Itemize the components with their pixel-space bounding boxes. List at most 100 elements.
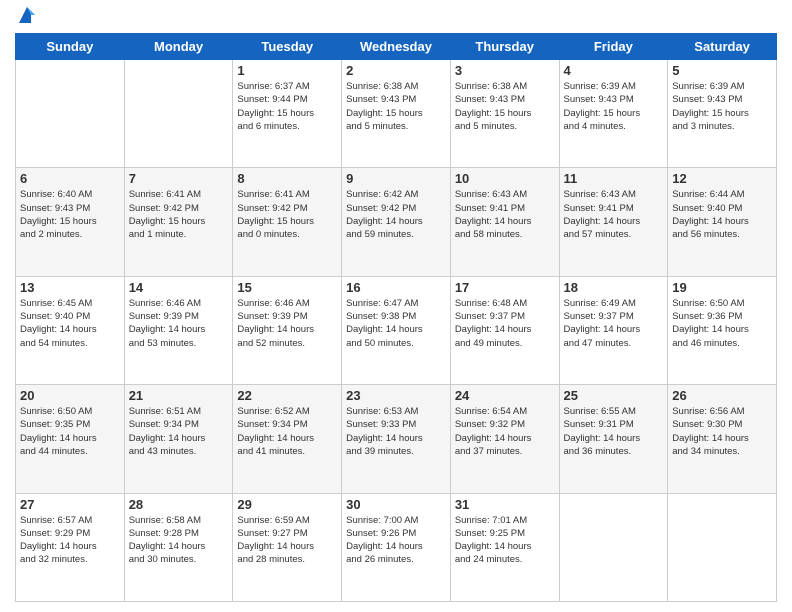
day-number: 11 xyxy=(564,171,664,186)
weekday-header: Tuesday xyxy=(233,34,342,60)
calendar-cell: 13 Sunrise: 6:45 AM Sunset: 9:40 PM Dayli… xyxy=(16,276,125,384)
day-info: Sunrise: 6:43 AM Sunset: 9:41 PM Dayligh… xyxy=(455,188,555,241)
day-number: 14 xyxy=(129,280,229,295)
calendar-week-row: 1 Sunrise: 6:37 AM Sunset: 9:44 PM Daylig… xyxy=(16,60,777,168)
day-info: Sunrise: 6:53 AM Sunset: 9:33 PM Dayligh… xyxy=(346,405,446,458)
day-number: 1 xyxy=(237,63,337,78)
calendar-cell xyxy=(124,60,233,168)
day-number: 4 xyxy=(564,63,664,78)
day-info: Sunrise: 6:38 AM Sunset: 9:43 PM Dayligh… xyxy=(346,80,446,133)
calendar-cell: 15 Sunrise: 6:46 AM Sunset: 9:39 PM Dayli… xyxy=(233,276,342,384)
day-number: 25 xyxy=(564,388,664,403)
day-info: Sunrise: 7:01 AM Sunset: 9:25 PM Dayligh… xyxy=(455,514,555,567)
logo xyxy=(15,10,37,25)
calendar-cell: 4 Sunrise: 6:39 AM Sunset: 9:43 PM Daylig… xyxy=(559,60,668,168)
day-number: 7 xyxy=(129,171,229,186)
calendar-cell: 24 Sunrise: 6:54 AM Sunset: 9:32 PM Dayli… xyxy=(450,385,559,493)
calendar-week-row: 6 Sunrise: 6:40 AM Sunset: 9:43 PM Daylig… xyxy=(16,168,777,276)
day-info: Sunrise: 6:52 AM Sunset: 9:34 PM Dayligh… xyxy=(237,405,337,458)
calendar-cell: 14 Sunrise: 6:46 AM Sunset: 9:39 PM Dayli… xyxy=(124,276,233,384)
day-info: Sunrise: 7:00 AM Sunset: 9:26 PM Dayligh… xyxy=(346,514,446,567)
day-info: Sunrise: 6:38 AM Sunset: 9:43 PM Dayligh… xyxy=(455,80,555,133)
day-number: 5 xyxy=(672,63,772,78)
calendar-cell: 30 Sunrise: 7:00 AM Sunset: 9:26 PM Dayli… xyxy=(342,493,451,601)
header xyxy=(15,10,777,25)
day-info: Sunrise: 6:50 AM Sunset: 9:35 PM Dayligh… xyxy=(20,405,120,458)
weekday-header: Thursday xyxy=(450,34,559,60)
day-info: Sunrise: 6:42 AM Sunset: 9:42 PM Dayligh… xyxy=(346,188,446,241)
day-info: Sunrise: 6:46 AM Sunset: 9:39 PM Dayligh… xyxy=(129,297,229,350)
calendar-cell: 10 Sunrise: 6:43 AM Sunset: 9:41 PM Dayli… xyxy=(450,168,559,276)
calendar-cell: 17 Sunrise: 6:48 AM Sunset: 9:37 PM Dayli… xyxy=(450,276,559,384)
day-info: Sunrise: 6:48 AM Sunset: 9:37 PM Dayligh… xyxy=(455,297,555,350)
calendar-table: SundayMondayTuesdayWednesdayThursdayFrid… xyxy=(15,33,777,602)
day-info: Sunrise: 6:41 AM Sunset: 9:42 PM Dayligh… xyxy=(129,188,229,241)
calendar-week-row: 20 Sunrise: 6:50 AM Sunset: 9:35 PM Dayli… xyxy=(16,385,777,493)
calendar-cell xyxy=(668,493,777,601)
calendar-cell: 7 Sunrise: 6:41 AM Sunset: 9:42 PM Daylig… xyxy=(124,168,233,276)
day-number: 9 xyxy=(346,171,446,186)
day-info: Sunrise: 6:39 AM Sunset: 9:43 PM Dayligh… xyxy=(564,80,664,133)
calendar-cell xyxy=(16,60,125,168)
calendar-cell: 8Sunrise: 6:41 AM Sunset: 9:42 PM Daylig… xyxy=(233,168,342,276)
day-info: Sunrise: 6:45 AM Sunset: 9:40 PM Dayligh… xyxy=(20,297,120,350)
day-info: Sunrise: 6:57 AM Sunset: 9:29 PM Dayligh… xyxy=(20,514,120,567)
day-number: 13 xyxy=(20,280,120,295)
day-number: 8 xyxy=(237,171,337,186)
day-number: 19 xyxy=(672,280,772,295)
weekday-header: Saturday xyxy=(668,34,777,60)
calendar-cell: 12 Sunrise: 6:44 AM Sunset: 9:40 PM Dayli… xyxy=(668,168,777,276)
day-number: 3 xyxy=(455,63,555,78)
day-number: 15 xyxy=(237,280,337,295)
weekday-header: Wednesday xyxy=(342,34,451,60)
day-info: Sunrise: 6:56 AM Sunset: 9:30 PM Dayligh… xyxy=(672,405,772,458)
calendar-cell: 11 Sunrise: 6:43 AM Sunset: 9:41 PM Dayli… xyxy=(559,168,668,276)
logo-icon xyxy=(17,5,37,25)
calendar-cell: 25 Sunrise: 6:55 AM Sunset: 9:31 PM Dayli… xyxy=(559,385,668,493)
calendar-cell: 16 Sunrise: 6:47 AM Sunset: 9:38 PM Dayli… xyxy=(342,276,451,384)
calendar-cell: 1 Sunrise: 6:37 AM Sunset: 9:44 PM Daylig… xyxy=(233,60,342,168)
day-number: 10 xyxy=(455,171,555,186)
day-number: 20 xyxy=(20,388,120,403)
day-info: Sunrise: 6:46 AM Sunset: 9:39 PM Dayligh… xyxy=(237,297,337,350)
day-info: Sunrise: 6:58 AM Sunset: 9:28 PM Dayligh… xyxy=(129,514,229,567)
calendar-cell: 21 Sunrise: 6:51 AM Sunset: 9:34 PM Dayli… xyxy=(124,385,233,493)
calendar-cell: 22 Sunrise: 6:52 AM Sunset: 9:34 PM Dayli… xyxy=(233,385,342,493)
day-number: 17 xyxy=(455,280,555,295)
day-number: 12 xyxy=(672,171,772,186)
day-number: 22 xyxy=(237,388,337,403)
calendar-cell: 9 Sunrise: 6:42 AM Sunset: 9:42 PM Daylig… xyxy=(342,168,451,276)
day-number: 30 xyxy=(346,497,446,512)
calendar-cell: 28Sunrise: 6:58 AM Sunset: 9:28 PM Dayli… xyxy=(124,493,233,601)
weekday-header: Sunday xyxy=(16,34,125,60)
day-info: Sunrise: 6:54 AM Sunset: 9:32 PM Dayligh… xyxy=(455,405,555,458)
day-info: Sunrise: 6:44 AM Sunset: 9:40 PM Dayligh… xyxy=(672,188,772,241)
day-number: 24 xyxy=(455,388,555,403)
day-info: Sunrise: 6:47 AM Sunset: 9:38 PM Dayligh… xyxy=(346,297,446,350)
day-number: 23 xyxy=(346,388,446,403)
day-number: 18 xyxy=(564,280,664,295)
calendar-cell: 29 Sunrise: 6:59 AM Sunset: 9:27 PM Dayli… xyxy=(233,493,342,601)
day-number: 6 xyxy=(20,171,120,186)
day-info: Sunrise: 6:49 AM Sunset: 9:37 PM Dayligh… xyxy=(564,297,664,350)
day-number: 29 xyxy=(237,497,337,512)
day-info: Sunrise: 6:51 AM Sunset: 9:34 PM Dayligh… xyxy=(129,405,229,458)
calendar-cell: 18 Sunrise: 6:49 AM Sunset: 9:37 PM Dayli… xyxy=(559,276,668,384)
day-info: Sunrise: 6:40 AM Sunset: 9:43 PM Dayligh… xyxy=(20,188,120,241)
day-number: 16 xyxy=(346,280,446,295)
day-info: Sunrise: 6:37 AM Sunset: 9:44 PM Dayligh… xyxy=(237,80,337,133)
calendar-cell: 3 Sunrise: 6:38 AM Sunset: 9:43 PM Daylig… xyxy=(450,60,559,168)
day-info: Sunrise: 6:55 AM Sunset: 9:31 PM Dayligh… xyxy=(564,405,664,458)
calendar-cell: 23 Sunrise: 6:53 AM Sunset: 9:33 PM Dayli… xyxy=(342,385,451,493)
day-number: 21 xyxy=(129,388,229,403)
day-number: 27 xyxy=(20,497,120,512)
weekday-header: Friday xyxy=(559,34,668,60)
day-info: Sunrise: 6:50 AM Sunset: 9:36 PM Dayligh… xyxy=(672,297,772,350)
day-info: Sunrise: 6:59 AM Sunset: 9:27 PM Dayligh… xyxy=(237,514,337,567)
calendar-cell: 19 Sunrise: 6:50 AM Sunset: 9:36 PM Dayli… xyxy=(668,276,777,384)
page: SundayMondayTuesdayWednesdayThursdayFrid… xyxy=(0,0,792,612)
day-number: 26 xyxy=(672,388,772,403)
weekday-header-row: SundayMondayTuesdayWednesdayThursdayFrid… xyxy=(16,34,777,60)
day-number: 2 xyxy=(346,63,446,78)
day-info: Sunrise: 6:43 AM Sunset: 9:41 PM Dayligh… xyxy=(564,188,664,241)
